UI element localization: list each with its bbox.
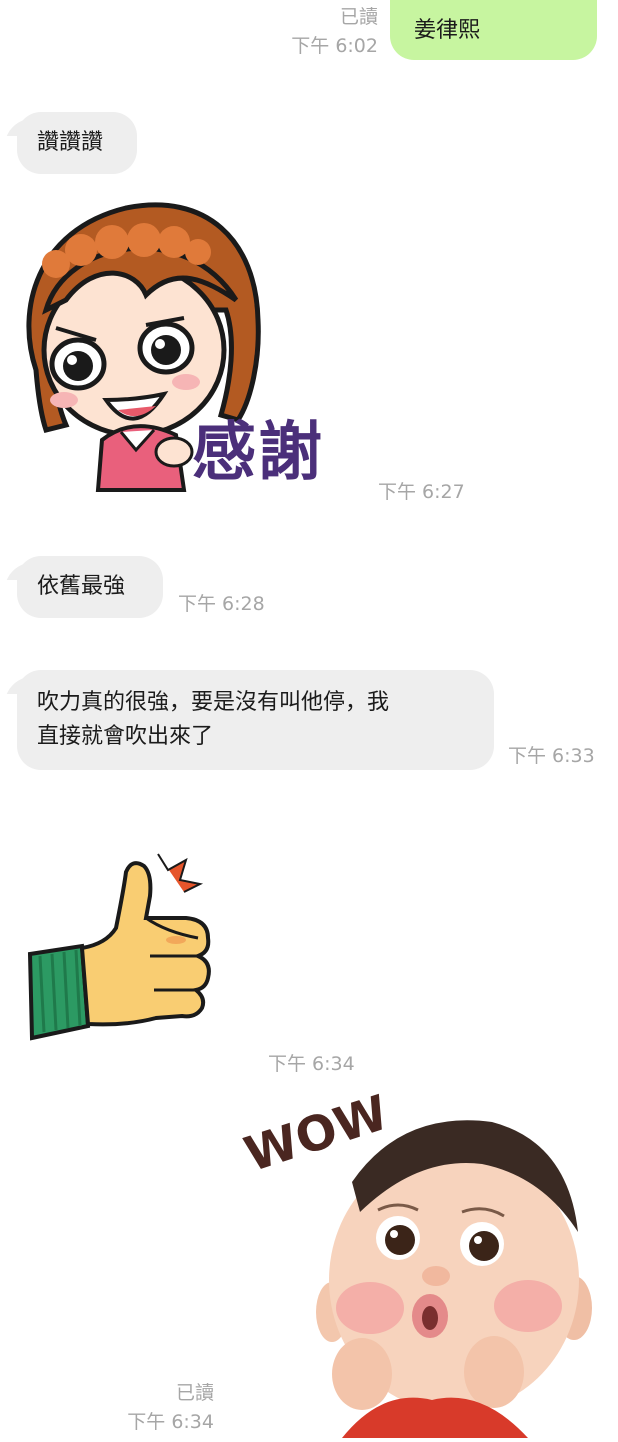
message-time: 下午 6:02 bbox=[291, 35, 378, 57]
message-text: 姜律熙 bbox=[414, 18, 481, 43]
read-receipt: 已讀 bbox=[339, 6, 378, 28]
incoming-message-bubble[interactable]: 依舊最強 bbox=[17, 556, 163, 618]
thumbs-up-sticker[interactable] bbox=[26, 848, 216, 1043]
message-text: 依舊最強 bbox=[37, 574, 126, 599]
message-text-line: 吹力真的很強，要是沒有叫他停，我 bbox=[37, 690, 390, 715]
message-time: 下午 6:28 bbox=[178, 593, 265, 615]
message-text-line: 直接就會吹出來了 bbox=[37, 724, 214, 749]
baby-wow-sticker[interactable]: WOW bbox=[232, 1085, 604, 1438]
message-time: 下午 6:27 bbox=[378, 481, 465, 503]
outgoing-message-bubble[interactable]: 姜律熙 bbox=[390, 0, 597, 60]
read-receipt: 已讀 bbox=[175, 1382, 214, 1404]
message-time: 下午 6:34 bbox=[127, 1411, 214, 1433]
message-time: 下午 6:33 bbox=[508, 745, 595, 767]
sticker-caption: 感謝 bbox=[192, 415, 324, 490]
incoming-message-bubble[interactable]: 讚讚讚 bbox=[17, 112, 137, 174]
message-text: 讚讚讚 bbox=[37, 130, 104, 155]
thumbs-up-icon bbox=[27, 853, 211, 1041]
message-time: 下午 6:34 bbox=[268, 1053, 355, 1075]
girl-thanks-sticker[interactable]: 感謝 bbox=[6, 200, 346, 495]
incoming-message-bubble[interactable]: 吹力真的很強，要是沒有叫他停，我 直接就會吹出來了 bbox=[17, 670, 494, 770]
